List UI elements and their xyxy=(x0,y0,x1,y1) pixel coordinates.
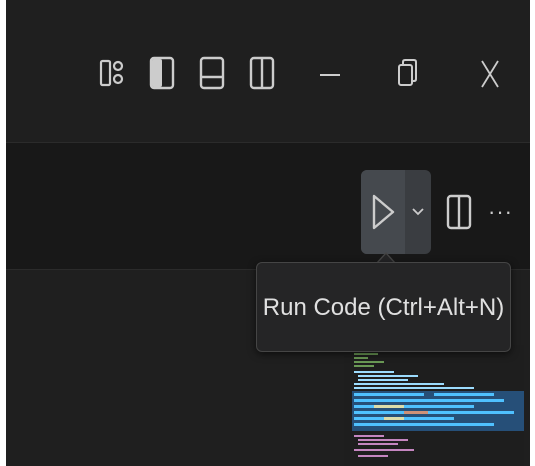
play-icon xyxy=(372,194,395,230)
sidebar-left-icon[interactable] xyxy=(148,53,176,93)
run-dropdown-button[interactable] xyxy=(405,170,431,254)
vscode-window: ··· Run Code (Ctrl+Alt+N) xyxy=(6,0,530,466)
run-code-tooltip: Run Code (Ctrl+Alt+N) xyxy=(256,262,511,352)
split-editor-button[interactable] xyxy=(444,190,474,234)
restore-icon[interactable] xyxy=(392,53,420,93)
customize-layout-icon[interactable] xyxy=(98,53,126,93)
more-actions-button[interactable]: ··· xyxy=(488,200,520,224)
close-icon[interactable] xyxy=(476,53,504,93)
minimap[interactable] xyxy=(344,345,524,466)
title-bar xyxy=(6,0,530,140)
split-editor-icon xyxy=(446,194,472,230)
sidebar-right-icon[interactable] xyxy=(248,53,276,93)
minimize-icon[interactable] xyxy=(316,53,344,93)
chevron-down-icon xyxy=(412,208,424,216)
run-code-button[interactable] xyxy=(361,170,405,254)
panel-bottom-icon[interactable] xyxy=(198,53,226,93)
